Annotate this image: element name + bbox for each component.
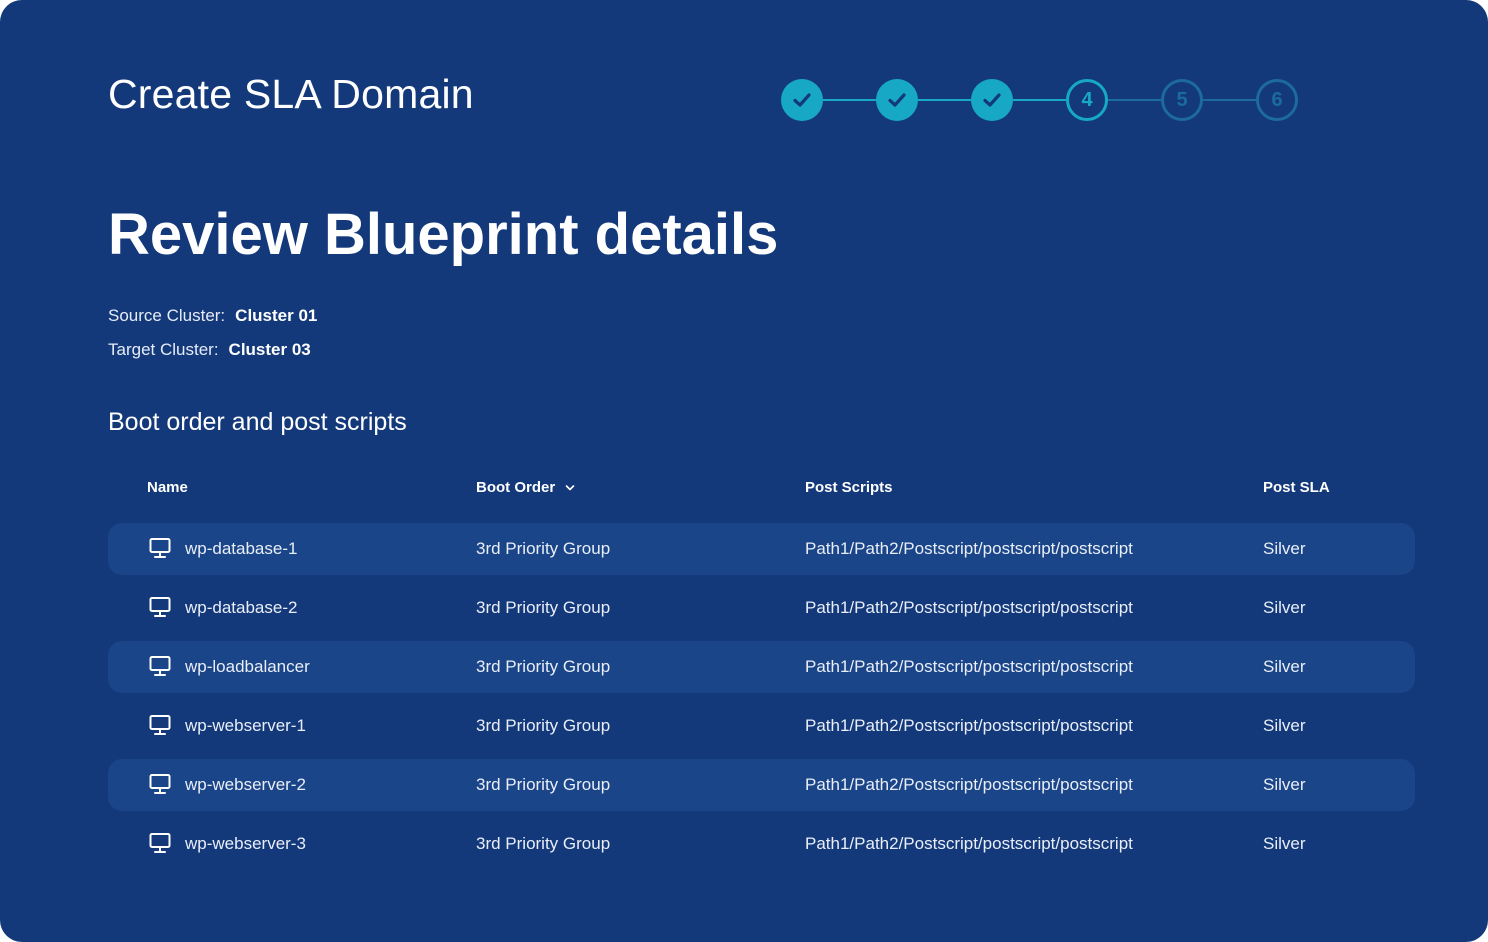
monitor-icon (149, 538, 171, 558)
vm-name: wp-webserver-2 (185, 775, 306, 794)
table-row[interactable]: wp-webserver-2 3rd Priority Group Path1/… (108, 759, 1415, 811)
stepper-connector (1013, 99, 1066, 101)
vm-name: wp-webserver-1 (185, 716, 306, 735)
post-script-cell: Path1/Path2/Postscript/postscript/postsc… (805, 598, 1133, 617)
table-row[interactable]: wp-webserver-1 3rd Priority Group Path1/… (108, 700, 1415, 752)
table-row[interactable]: wp-webserver-3 3rd Priority Group Path1/… (108, 818, 1415, 870)
check-icon (983, 93, 1001, 107)
boot-order-cell: 3rd Priority Group (476, 716, 611, 735)
chevron-down-icon[interactable] (565, 484, 575, 492)
target-cluster-label: Target Cluster: (108, 340, 219, 359)
post-sla-cell: Silver (1263, 834, 1306, 853)
post-sla-cell: Silver (1263, 598, 1306, 617)
wizard-stepper: 4 5 6 (781, 79, 1301, 121)
step-2-complete[interactable] (876, 79, 918, 121)
vm-name: wp-database-2 (185, 598, 298, 617)
boot-order-section-title: Boot order and post scripts (108, 408, 407, 436)
column-header-post-sla: Post SLA (1263, 479, 1330, 496)
table-row[interactable]: wp-loadbalancer 3rd Priority Group Path1… (108, 641, 1415, 693)
post-sla-cell: Silver (1263, 539, 1306, 558)
step-4-current[interactable]: 4 (1066, 79, 1108, 121)
source-cluster-label: Source Cluster: (108, 306, 226, 325)
monitor-icon (149, 715, 171, 735)
monitor-icon (149, 597, 171, 617)
post-script-cell: Path1/Path2/Postscript/postscript/postsc… (805, 539, 1133, 558)
stepper-connector (823, 99, 876, 101)
column-header-boot-order-label: Boot Order (476, 479, 556, 496)
stepper-connector (1108, 99, 1161, 101)
table-row[interactable]: wp-database-1 3rd Priority Group Path1/P… (108, 523, 1415, 575)
post-sla-cell: Silver (1263, 775, 1306, 794)
create-sla-domain-panel: Create SLA Domain 4 5 6 Review Blueprint… (0, 0, 1488, 942)
boot-order-table: Name Boot Order Post Scripts Post SLA wp… (108, 470, 1415, 853)
post-script-cell: Path1/Path2/Postscript/postscript/postsc… (805, 775, 1133, 794)
column-header-boot-order[interactable]: Boot Order (476, 478, 575, 498)
step-3-complete[interactable] (971, 79, 1013, 121)
boot-order-cell: 3rd Priority Group (476, 834, 611, 853)
monitor-icon (149, 656, 171, 676)
check-icon (793, 93, 811, 107)
boot-order-cell: 3rd Priority Group (476, 657, 611, 676)
column-header-name: Name (147, 479, 188, 496)
post-sla-cell: Silver (1263, 716, 1306, 735)
vm-name: wp-loadbalancer (185, 657, 310, 676)
column-header-post-scripts: Post Scripts (805, 479, 893, 496)
monitor-icon (149, 774, 171, 794)
step-5[interactable]: 5 (1161, 79, 1203, 121)
boot-order-cell: 3rd Priority Group (476, 775, 611, 794)
table-header: Name Boot Order Post Scripts Post SLA (108, 470, 1415, 506)
monitor-icon (149, 833, 171, 853)
step-1-complete[interactable] (781, 79, 823, 121)
post-script-cell: Path1/Path2/Postscript/postscript/postsc… (805, 716, 1133, 735)
post-script-cell: Path1/Path2/Postscript/postscript/postsc… (805, 834, 1133, 853)
target-cluster-value: Cluster 03 (228, 340, 311, 359)
source-cluster-row: Source Cluster: Cluster 01 (108, 305, 317, 327)
vm-name: wp-webserver-3 (185, 834, 306, 853)
page-title: Review Blueprint details (108, 202, 779, 267)
table-row[interactable]: wp-database-2 3rd Priority Group Path1/P… (108, 582, 1415, 634)
boot-order-cell: 3rd Priority Group (476, 598, 611, 617)
window-title: Create SLA Domain (108, 71, 474, 117)
target-cluster-row: Target Cluster: Cluster 03 (108, 339, 311, 361)
stepper-connector (918, 99, 971, 101)
table-body: wp-database-1 3rd Priority Group Path1/P… (108, 523, 1415, 877)
boot-order-cell: 3rd Priority Group (476, 539, 611, 558)
check-icon (888, 93, 906, 107)
stepper-connector (1203, 99, 1256, 101)
step-6[interactable]: 6 (1256, 79, 1298, 121)
post-script-cell: Path1/Path2/Postscript/postscript/postsc… (805, 657, 1133, 676)
post-sla-cell: Silver (1263, 657, 1306, 676)
source-cluster-value: Cluster 01 (235, 306, 318, 325)
vm-name: wp-database-1 (185, 539, 298, 558)
